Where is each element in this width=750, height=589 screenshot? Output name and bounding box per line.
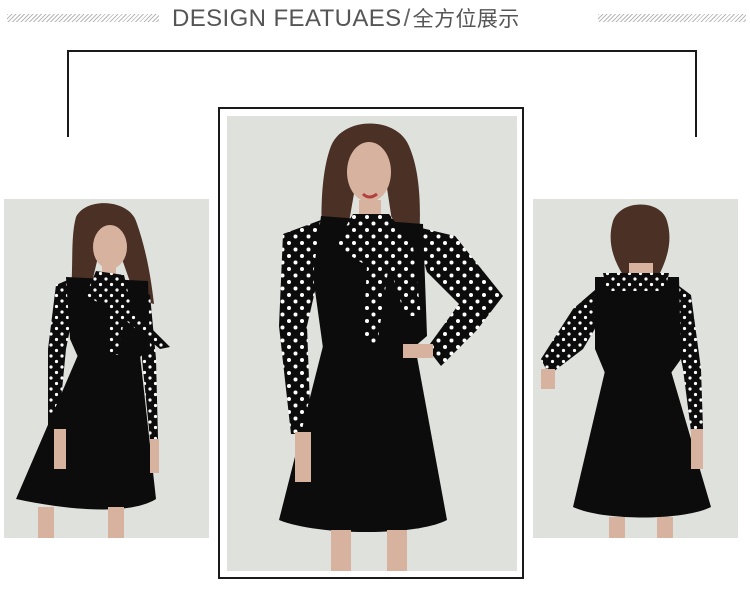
product-photo-right <box>533 199 738 538</box>
dress-model-photo-icon <box>4 199 209 538</box>
section-title: DESIGN FEATUAES/全方位展示 <box>172 2 582 36</box>
title-cn: 全方位展示 <box>412 7 520 31</box>
section-header: DESIGN FEATUAES/全方位展示 <box>0 0 750 40</box>
title-en: DESIGN FEATUAES <box>172 5 402 32</box>
hatch-decoration-right <box>598 14 746 22</box>
hatch-decoration-left <box>7 14 159 22</box>
dress-model-photo-icon <box>533 199 738 538</box>
dress-model-photo-icon <box>227 116 517 571</box>
product-photo-left <box>4 199 209 538</box>
title-separator: / <box>403 5 411 32</box>
product-photo-center <box>227 116 517 571</box>
